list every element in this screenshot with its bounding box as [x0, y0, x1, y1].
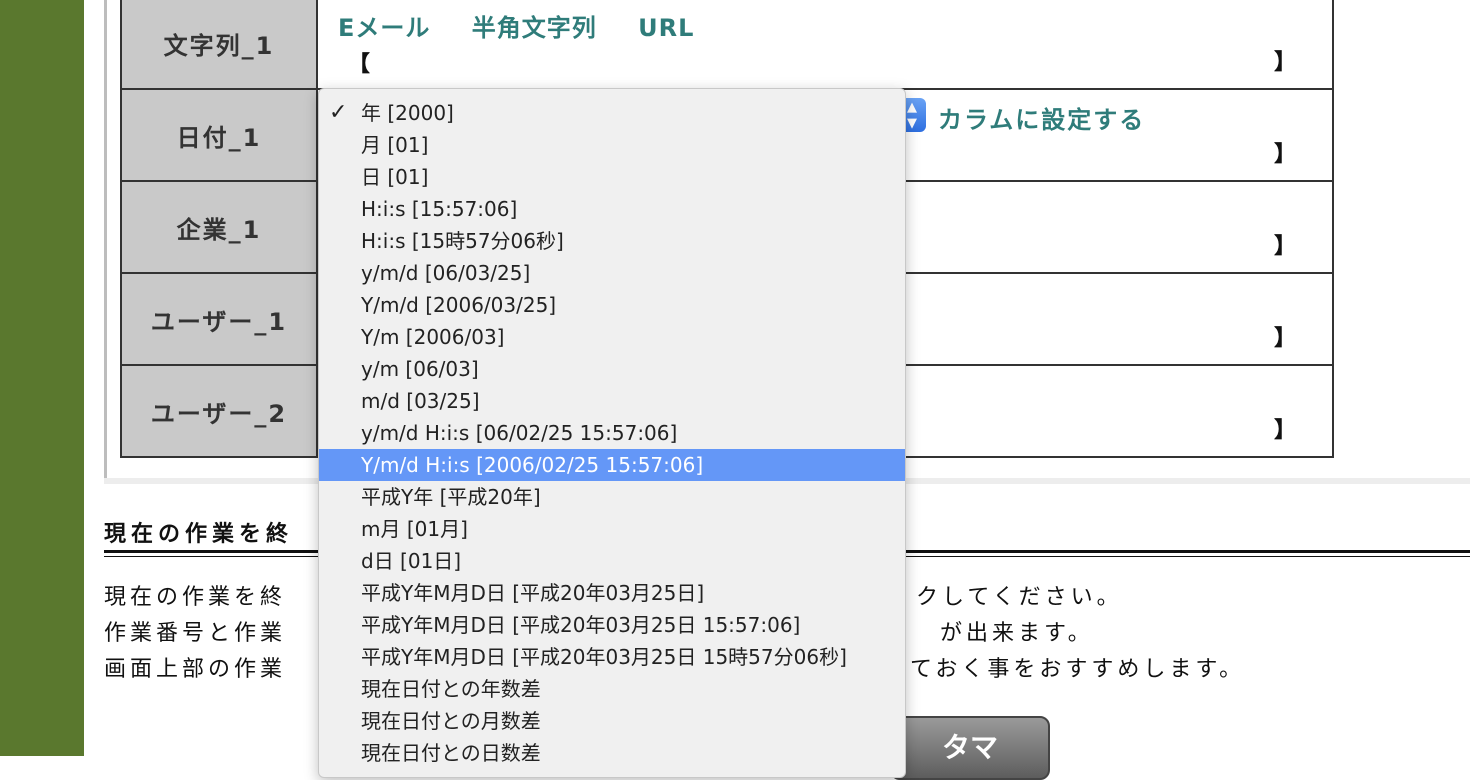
dropdown-option[interactable]: 平成Y年M月D日 [平成20年03月25日 15:57:06] [319, 609, 905, 641]
dropdown-option-label: Y/m/d H:i:s [2006/02/25 15:57:06] [361, 453, 704, 477]
table-row: 文字列_1 Eメール 半角文字列 URL 【 】 [120, 0, 1334, 90]
instruction-line-end: が出来ます。 [940, 621, 1094, 646]
column-label: ユーザー_1 [120, 272, 318, 366]
instruction-line: 画面上部の作業 ておく事をおすすめします。 [104, 652, 1241, 688]
dropdown-option-label: 月 [01] [361, 133, 429, 157]
dropdown-option-label: y/m/d [06/03/25] [361, 261, 531, 285]
dropdown-option-label: H:i:s [15:57:06] [361, 197, 518, 221]
dropdown-option-label: m/d [03/25] [361, 389, 480, 413]
type-link-email[interactable]: Eメール [338, 14, 430, 42]
column-label: ユーザー_2 [120, 364, 318, 458]
close-bracket: 】 [1273, 418, 1296, 443]
column-label: 文字列_1 [120, 0, 318, 90]
dropdown-option[interactable]: 現在日付との月数差 [319, 705, 905, 737]
type-link-url[interactable]: URL [638, 14, 694, 42]
instruction-line-start: 現在の作業を終 [104, 585, 287, 610]
instruction-line: 作業番号と作業 が出来ます。 [104, 616, 1090, 652]
dropdown-option[interactable]: m/d [03/25] [319, 385, 905, 417]
dropdown-option[interactable]: Y/m [2006/03] [319, 321, 905, 353]
dropdown-option[interactable]: H:i:s [15:57:06] [319, 193, 905, 225]
checkmark-icon: ✓ [329, 100, 348, 125]
dropdown-option-label: Y/m [2006/03] [361, 325, 505, 349]
dropdown-option-label: 平成Y年M月D日 [平成20年03月25日] [361, 581, 705, 605]
dropdown-option[interactable]: y/m/d [06/03/25] [319, 257, 905, 289]
instruction-line-end: ておく事をおすすめします。 [910, 657, 1246, 682]
dropdown-option-label: Y/m/d [2006/03/25] [361, 293, 557, 317]
type-links: Eメール 半角文字列 URL [338, 8, 726, 43]
dropdown-option-label: m月 [01月] [361, 517, 468, 541]
dropdown-option-label: 日 [01] [361, 165, 429, 189]
dropdown-option[interactable]: d日 [01日] [319, 545, 905, 577]
dropdown-option-label: d日 [01日] [361, 549, 462, 573]
close-bracket: 】 [1273, 142, 1296, 167]
dropdown-option[interactable]: Y/m/d H:i:s [2006/02/25 15:57:06] [319, 449, 905, 481]
dropdown-option-label: y/m [06/03] [361, 357, 479, 381]
instructions-text: 現在の作業を終 クしてください。 作業番号と作業 が出来ます。 画面上部の作業 … [104, 580, 1241, 688]
dropdown-option-label: H:i:s [15時57分06秒] [361, 229, 564, 253]
instruction-line: 現在の作業を終 クしてください。 [104, 580, 1119, 616]
dropdown-option-label: y/m/d H:i:s [06/02/25 15:57:06] [361, 421, 678, 445]
apply-to-column-link[interactable]: カラムに設定する [938, 100, 1145, 135]
dropdown-option-label: 平成Y年M月D日 [平成20年03月25日 15:57:06] [361, 613, 801, 637]
close-bracket: 】 [1273, 326, 1296, 351]
left-sidebar-strip [0, 0, 84, 756]
dropdown-option-label: 現在日付との日数差 [361, 741, 541, 765]
column-value-cell: Eメール 半角文字列 URL 【 】 [316, 0, 1334, 90]
dropdown-option-label: 年 [2000] [361, 101, 454, 125]
dropdown-option[interactable]: 現在日付との年数差 [319, 673, 905, 705]
instruction-line-start: 画面上部の作業 [104, 657, 287, 682]
frame-border [104, 0, 107, 480]
dropdown-option[interactable]: Y/m/d [2006/03/25] [319, 289, 905, 321]
open-bracket: 【 [348, 52, 371, 77]
dropdown-option[interactable]: 平成Y年 [平成20年] [319, 481, 905, 513]
type-link-halfwidth[interactable]: 半角文字列 [472, 14, 597, 42]
dropdown-option[interactable]: H:i:s [15時57分06秒] [319, 225, 905, 257]
dropdown-option[interactable]: 平成Y年M月D日 [平成20年03月25日 15時57分06秒] [319, 641, 905, 673]
instruction-line-end: クしてください。 [916, 585, 1123, 610]
dropdown-option[interactable]: 日 [01] [319, 161, 905, 193]
dropdown-option[interactable]: 月 [01] [319, 129, 905, 161]
dropdown-option[interactable]: ✓ 年 [2000] [319, 97, 905, 129]
instruction-line-start: 作業番号と作業 [104, 621, 287, 646]
dropdown-option[interactable]: m月 [01月] [319, 513, 905, 545]
dropdown-option[interactable]: y/m/d H:i:s [06/02/25 15:57:06] [319, 417, 905, 449]
dropdown-option[interactable]: 平成Y年M月D日 [平成20年03月25日] [319, 577, 905, 609]
action-button[interactable]: タマ [890, 716, 1050, 780]
date-format-dropdown-menu[interactable]: ✓ 年 [2000] 月 [01] 日 [01] H:i:s [15:57:06] H:i… [318, 88, 906, 778]
dropdown-option[interactable]: y/m [06/03] [319, 353, 905, 385]
dropdown-option-label: 平成Y年M月D日 [平成20年03月25日 15時57分06秒] [361, 645, 847, 669]
close-bracket: 】 [1273, 50, 1296, 75]
close-bracket: 】 [1273, 234, 1296, 259]
section-title: 現在の作業を終 [104, 522, 294, 547]
dropdown-option-label: 平成Y年 [平成20年] [361, 485, 541, 509]
dropdown-option-label: 現在日付との月数差 [361, 709, 541, 733]
column-label: 日付_1 [120, 88, 318, 182]
column-label: 企業_1 [120, 180, 318, 274]
dropdown-option-label: 現在日付との年数差 [361, 677, 541, 701]
dropdown-option[interactable]: 現在日付との日数差 [319, 737, 905, 769]
